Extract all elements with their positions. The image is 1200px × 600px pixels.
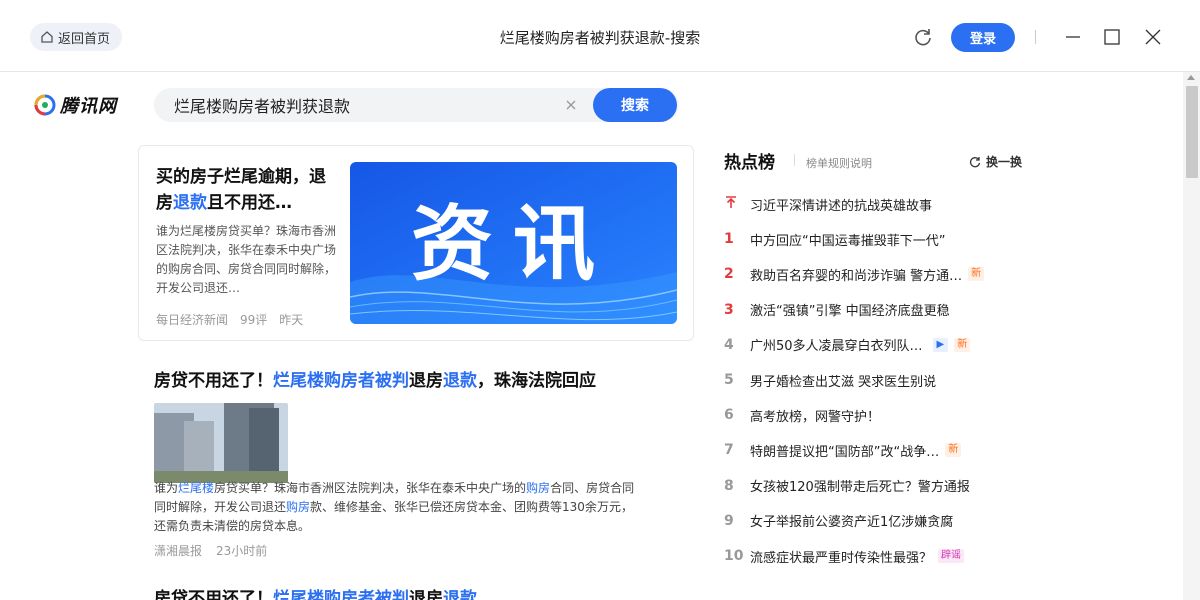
result-thumbnail[interactable] [154,403,288,483]
search-box: 搜索 [154,88,679,122]
pinned-top-icon [724,195,750,213]
hotlist-rank: 7 [724,442,734,459]
home-icon [41,31,53,43]
hotlist-item-text: 女子举报前公婆资产近1亿涉嫌贪腐 [750,515,954,531]
hotlist-item-text: 广州50多人凌晨穿白衣列队… [750,339,923,355]
hotlist-tag: 新 [954,337,971,352]
hotlist-title: 热点榜 [724,153,775,173]
divider [794,154,795,166]
hotlist-item-text: 高考放榜，网警守护！ [750,409,881,425]
hotlist-item[interactable]: 2 救助百名弃婴的和尚涉诈骗 警方通… 新 [724,263,1054,285]
result-meta: 潇湘晨报 23小时前 [154,542,267,559]
hotlist-item-text: 男子婚检查出艾滋 哭求医生别说 [750,374,937,390]
result-time: 23小时前 [216,544,268,558]
site-logo[interactable]: 腾讯网 [34,92,117,118]
hotlist-item[interactable]: 10 流感症状最严重时传染性最强？ 辟谣 [724,545,1054,567]
hotlist-item-text: 救助百名弃婴的和尚涉诈骗 警方通… [750,268,963,284]
hotlist-item[interactable]: 7 特朗普提议把“国防部”改“战争… 新 [724,439,1054,461]
hotlist-refresh-label: 换一换 [986,155,1023,169]
hotlist-item-text: 流感症状最严重时传染性最强？ [750,550,933,566]
logo-text: 腾讯网 [60,96,117,117]
hotlist-tag: 新 [945,443,962,458]
hotlist-item[interactable]: 6 高考放榜，网警守护！ [724,404,1054,426]
result-title[interactable]: 房贷不用还了！烂尾楼购房者被判退房退款 [154,586,694,600]
hotlist-item-text: 女孩被120强制带走后死亡？警方通报 [750,480,970,496]
hotlist-item[interactable]: 4 广州50多人凌晨穿白衣列队… ▶ 新 [724,334,1054,356]
hotlist-item-text: 习近平深情讲述的抗战英雄故事 [750,198,933,214]
hotlist-rank: 10 [724,548,744,564]
featured-source: 每日经济新闻 [156,313,229,327]
search-result: 房贷不用还了！烂尾楼购房者被判退房退款，珠海法院回应 谁为烂尾楼房贷买单？珠海市… [154,368,694,568]
hotlist-rank: 3 [724,301,734,318]
result-description: 谁为烂尾楼房贷买单？珠海市香洲区法院判决，张华在泰禾中央广场的购房合同、房贷合同… [154,481,635,533]
search-button[interactable]: 搜索 [593,88,677,122]
hotlist-item[interactable]: 1 中方回应“中国运毒摧毁菲下一代” [724,228,1054,250]
login-button[interactable]: 登录 [951,23,1015,52]
result-source: 潇湘晨报 [154,544,203,558]
featured-meta: 每日经济新闻 99评 昨天 [156,311,303,328]
hotlist-rank: 2 [724,266,734,283]
featured-description: 谁为烂尾楼房贷买单？珠海市香洲区法院判决，张华在泰禾中央广场的购房合同、房贷合同… [156,224,337,295]
hotlist-rank: 6 [724,407,734,424]
scrollbar-thumb[interactable] [1186,86,1198,178]
featured-title[interactable]: 买的房子烂尾逾期，退房退款且不用还… [156,164,336,216]
hotlist-item[interactable]: 8 女孩被120强制带走后死亡？警方通报 [724,475,1054,497]
video-icon: ▶ [932,337,949,352]
hotlist-item[interactable]: 9 女子举报前公婆资产近1亿涉嫌贪腐 [724,510,1054,532]
search-result: 房贷不用还了！烂尾楼购房者被判退房退款 [154,586,694,600]
hotlist-rank: 9 [724,512,734,529]
clear-search-icon[interactable] [564,98,578,112]
hotlist-item[interactable]: 5 男子婚检查出艾滋 哭求医生别说 [724,369,1054,391]
featured-result-card[interactable]: 买的房子烂尾逾期，退房退款且不用还… 谁为烂尾楼房贷买单？珠海市香洲区法院判决，… [138,145,694,341]
hotlist-tag: 新 [968,267,985,282]
back-home-label: 返回首页 [58,31,111,47]
hotlist-rank: 8 [724,477,734,494]
hotlist-tag: 辟谣 [938,549,965,563]
divider [1035,30,1036,44]
news-banner-image[interactable]: 资讯 [350,162,677,324]
title-bar: 返回首页 烂尾楼购房者被判获退款-搜索 登录 [0,0,1200,72]
featured-time: 昨天 [279,313,304,327]
hotlist-rank: 1 [724,231,734,248]
hotlist-rank: 5 [724,372,734,388]
hotlist-rules-link[interactable]: 榜单规则说明 [806,155,872,171]
hotlist-item[interactable]: 习近平深情讲述的抗战英雄故事 [724,193,1054,215]
hotlist-refresh-button[interactable]: 换一换 [968,153,1022,170]
maximize-icon[interactable] [1102,27,1122,47]
refresh-icon[interactable] [912,26,934,48]
hotlist-item-text: 特朗普提议把“国防部”改“战争… [750,444,940,460]
banner-text: 资讯 [411,197,615,292]
featured-comments: 99评 [240,313,268,327]
hotlist-item-text: 中方回应“中国运毒摧毁菲下一代” [750,233,946,249]
minimize-icon[interactable] [1063,27,1083,47]
close-icon[interactable] [1143,27,1163,47]
tencent-logo-icon [34,94,56,116]
result-title[interactable]: 房贷不用还了！烂尾楼购房者被判退房退款，珠海法院回应 [154,368,694,394]
window-title: 烂尾楼购房者被判获退款-搜索 [499,29,701,47]
hotlist-item[interactable]: 3 激活“强镇”引擎 中国经济底盘更稳 [724,299,1054,321]
refresh-icon [969,156,981,167]
scroll-up-arrow[interactable] [1187,75,1195,80]
back-home-button[interactable]: 返回首页 [30,23,123,51]
hotlist-item-text: 激活“强镇”引擎 中国经济底盘更稳 [750,304,950,320]
search-input[interactable] [174,88,564,122]
hotlist-rank: 4 [724,336,734,353]
